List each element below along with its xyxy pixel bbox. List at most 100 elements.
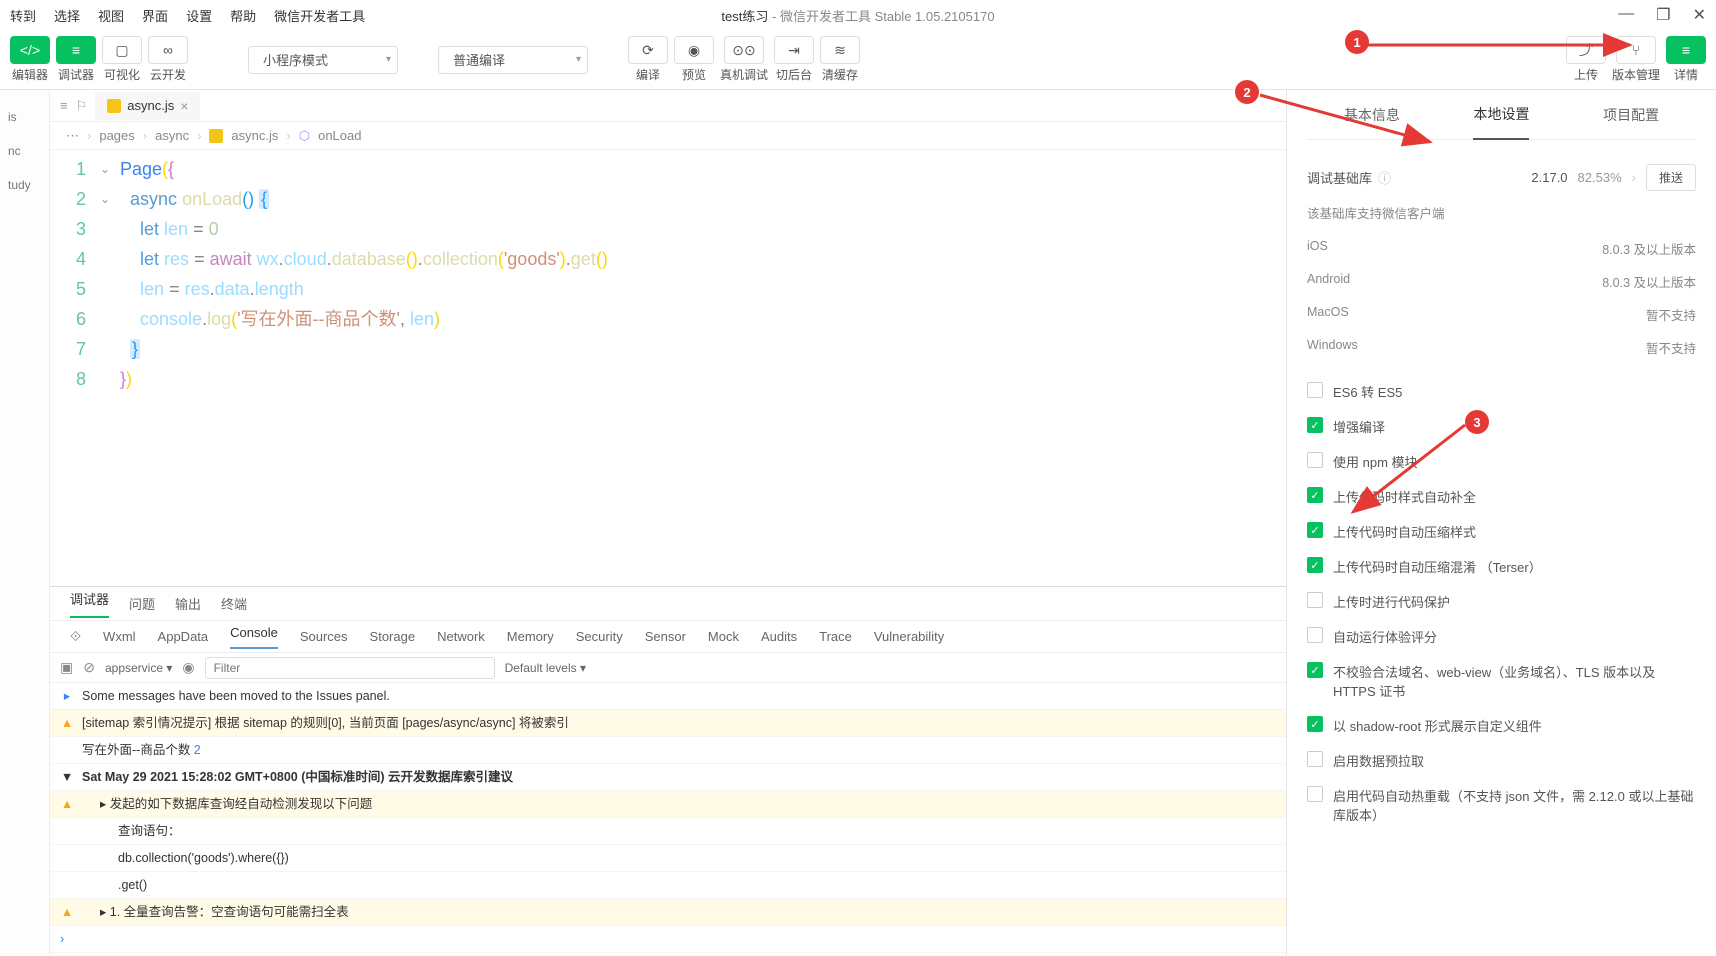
setting-checkbox[interactable]: ✓以 shadow-root 形式展示自定义组件	[1307, 708, 1696, 743]
details-tab[interactable]: 项目配置	[1603, 105, 1659, 125]
menu-item[interactable]: 界面	[142, 6, 168, 25]
toolbar-button[interactable]: ≡调试器	[56, 36, 96, 83]
console-row[interactable]: ▲▸ 1. 全量查询告警：空查询语句可能需扫全表	[50, 899, 1286, 926]
menu-item[interactable]: 设置	[186, 6, 212, 25]
breadcrumb-segment[interactable]: pages	[99, 128, 134, 143]
toolbar-right-action[interactable]: ⑂版本管理	[1612, 36, 1660, 83]
inspect-icon[interactable]: ⟐	[70, 628, 81, 645]
devtools-tab[interactable]: 输出	[175, 594, 201, 613]
devtools-inner-tab[interactable]: Storage	[370, 629, 416, 644]
eye-icon[interactable]: ◉	[182, 659, 194, 676]
toolbar-button[interactable]: ∞云开发	[148, 36, 188, 83]
push-button[interactable]: 推送	[1646, 164, 1696, 191]
devtools-inner-tab[interactable]: Console	[230, 625, 278, 649]
menu-item[interactable]: 转到	[10, 6, 36, 25]
devtools-tab[interactable]: 终端	[221, 594, 247, 613]
setting-checkbox[interactable]: 使用 npm 模块	[1307, 444, 1696, 479]
annotation-3: 3	[1465, 410, 1489, 434]
toolbar-action[interactable]: ≋清缓存	[820, 36, 860, 83]
title-bar: 转到选择视图界面设置帮助微信开发者工具 test练习 - 微信开发者工具 Sta…	[0, 0, 1716, 30]
toolbar-right-action[interactable]: ≡详情	[1666, 36, 1706, 83]
menu-item[interactable]: 选择	[54, 6, 80, 25]
breadcrumb-segment[interactable]: async.js	[231, 128, 278, 143]
clear-console-icon[interactable]: ⊘	[83, 659, 95, 676]
window-title: test练习 - 微信开发者工具 Stable 1.05.2105170	[721, 6, 994, 25]
console-row[interactable]: ▼Sat May 29 2021 15:28:02 GMT+0800 (中国标准…	[50, 764, 1286, 791]
toolbar-button[interactable]: ▢可视化	[102, 36, 142, 83]
devtools-inner-tab[interactable]: Sensor	[645, 629, 686, 644]
toolbar-action[interactable]: ⟳编译	[628, 36, 668, 83]
rail-item[interactable]: is	[0, 100, 49, 134]
setting-checkbox[interactable]: ✓上传代码时自动压缩混淆 （Terser）	[1307, 549, 1696, 584]
setting-checkbox[interactable]: 上传时进行代码保护	[1307, 584, 1696, 619]
levels-dropdown[interactable]: Default levels ▾	[505, 661, 586, 675]
setting-checkbox[interactable]: 启用数据预拉取	[1307, 743, 1696, 778]
debug-lib-percent: 82.53%	[1578, 170, 1622, 185]
menu-item[interactable]: 微信开发者工具	[274, 6, 365, 25]
console-filter-bar: ▣ ⊘ appservice ▾ ◉ Default levels ▾	[50, 653, 1286, 683]
console-row[interactable]: 写在外面--商品个数 2	[50, 737, 1286, 764]
menu-bar: 转到选择视图界面设置帮助微信开发者工具	[10, 6, 365, 25]
context-dropdown[interactable]: appservice ▾	[105, 661, 172, 675]
devtools-inner-tab[interactable]: Memory	[507, 629, 554, 644]
rail-item[interactable]: tudy	[0, 168, 49, 202]
minimize-icon[interactable]: —	[1618, 5, 1634, 25]
filter-input[interactable]	[205, 657, 495, 679]
hamburger-icon[interactable]: ≡	[60, 98, 68, 113]
editor-tab-async[interactable]: async.js ×	[95, 92, 200, 120]
console-row[interactable]: ▸Some messages have been moved to the Is…	[50, 683, 1286, 710]
menu-item[interactable]: 视图	[98, 6, 124, 25]
toolbar-action[interactable]: ⊙⊙真机调试	[720, 36, 768, 83]
details-tab[interactable]: 本地设置	[1473, 104, 1529, 140]
debug-lib-version[interactable]: 2.17.0	[1531, 170, 1567, 185]
devtools-inner-tab[interactable]: Security	[576, 629, 623, 644]
rail-item[interactable]: nc	[0, 134, 49, 168]
toolbar-button[interactable]: </>编辑器	[10, 36, 50, 83]
console-row[interactable]: .get()	[50, 872, 1286, 899]
devtools-inner-tab[interactable]: AppData	[158, 629, 209, 644]
devtools-tab[interactable]: 问题	[129, 594, 155, 613]
setting-checkbox[interactable]: ES6 转 ES5	[1307, 374, 1696, 409]
console-row[interactable]: db.collection('goods').where({})	[50, 845, 1286, 872]
devtools-inner-tab[interactable]: Sources	[300, 629, 348, 644]
breadcrumb-segment[interactable]: ⋯	[66, 128, 79, 144]
breadcrumb-segment[interactable]: onLoad	[318, 128, 361, 143]
console-row[interactable]: ▲▸ 发起的如下数据库查询经自动检测发现以下问题	[50, 791, 1286, 818]
close-icon[interactable]: ✕	[1693, 5, 1706, 25]
maximize-icon[interactable]: ❐	[1656, 5, 1670, 25]
toolbar-action[interactable]: ⇥切后台	[774, 36, 814, 83]
devtools-inner-tab[interactable]: Wxml	[103, 629, 136, 644]
setting-checkbox[interactable]: ✓不校验合法域名、web-view（业务域名）、TLS 版本以及 HTTPS 证…	[1307, 654, 1696, 708]
devtools-tab[interactable]: 调试器	[70, 589, 109, 618]
menu-item[interactable]: 帮助	[230, 6, 256, 25]
devtools-inner-tabs: ⟐ Wxml AppData Console Sources Storage Networ…	[50, 621, 1286, 653]
help-icon[interactable]: ⓘ	[1378, 168, 1391, 187]
platform-row: Windows暂不支持	[1307, 331, 1696, 364]
setting-checkbox[interactable]: 自动运行体验评分	[1307, 619, 1696, 654]
close-tab-icon[interactable]: ×	[180, 98, 188, 114]
console-row[interactable]: 查询语句：	[50, 818, 1286, 845]
platform-row: MacOS暂不支持	[1307, 298, 1696, 331]
devtools-inner-tab[interactable]: Trace	[819, 629, 852, 644]
breadcrumb-segment[interactable]: async	[155, 128, 189, 143]
setting-checkbox[interactable]: 启用代码自动热重载（不支持 json 文件，需 2.12.0 或以上基础库版本）	[1307, 778, 1696, 832]
devtools-inner-tab[interactable]: Vulnerability	[874, 629, 944, 644]
devtools-panel: 调试器 问题 输出 终端 ⟐ Wxml AppData Console Sources Sto…	[50, 586, 1286, 956]
sidebar-toggle-icon[interactable]: ▣	[60, 659, 73, 676]
bookmark-icon[interactable]: ⚐	[76, 98, 88, 114]
setting-checkbox[interactable]: ✓上传代码时样式自动补全	[1307, 479, 1696, 514]
left-rail: isnctudy	[0, 90, 50, 956]
devtools-inner-tab[interactable]: Network	[437, 629, 485, 644]
console-output[interactable]: ▸Some messages have been moved to the Is…	[50, 683, 1286, 956]
details-tab[interactable]: 基本信息	[1344, 105, 1400, 125]
devtools-inner-tab[interactable]: Mock	[708, 629, 739, 644]
devtools-inner-tab[interactable]: Audits	[761, 629, 797, 644]
setting-checkbox[interactable]: ✓上传代码时自动压缩样式	[1307, 514, 1696, 549]
mode-dropdown[interactable]: 小程序模式	[248, 46, 398, 74]
toolbar-action[interactable]: ◉预览	[674, 36, 714, 83]
setting-checkbox[interactable]: ✓增强编译	[1307, 409, 1696, 444]
compile-dropdown[interactable]: 普通编译	[438, 46, 588, 74]
toolbar-right-action[interactable]: ⤴上传	[1566, 36, 1606, 83]
code-editor[interactable]: 12345678 ⌄⌄ Page({ async onLoad() { let …	[50, 150, 1286, 586]
console-row[interactable]: ▲[sitemap 索引情况提示] 根据 sitemap 的规则[0], 当前页…	[50, 710, 1286, 737]
